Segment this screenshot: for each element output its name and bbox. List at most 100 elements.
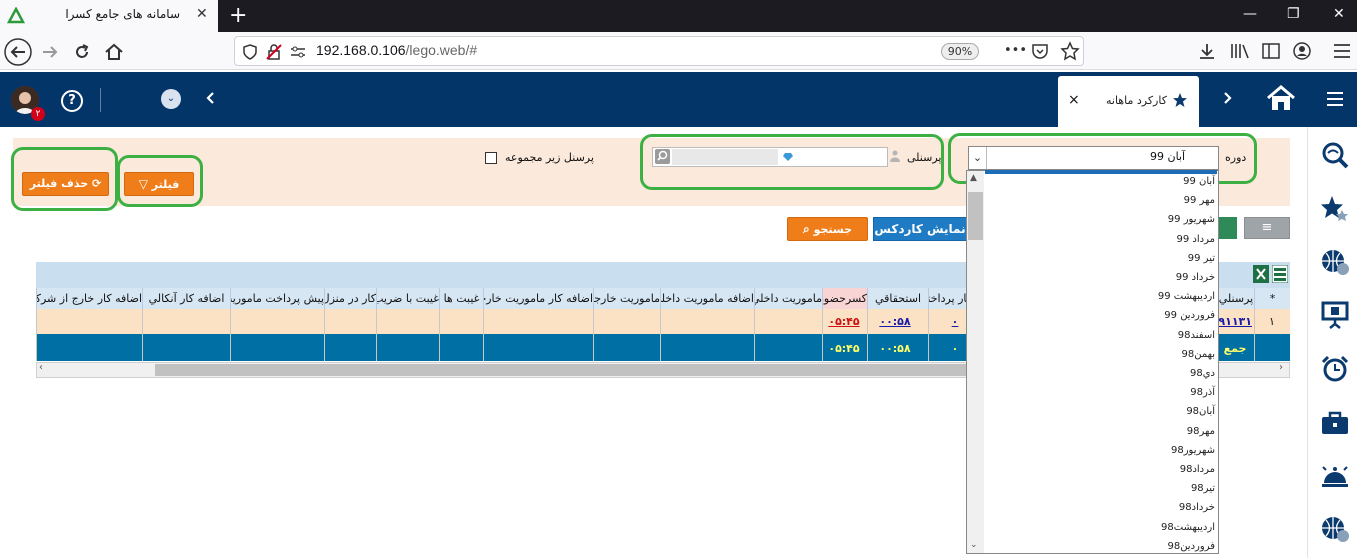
total-kasr-hozoor: ۰۵:۴۵: [828, 342, 860, 355]
excel-icon[interactable]: [1253, 265, 1269, 283]
dropdown-option[interactable]: خرداد98: [980, 498, 1215, 517]
column-header[interactable]: اضافه کار ماموريت خارجي: [483, 288, 593, 309]
column-header[interactable]: ماموريت خارجي: [593, 288, 660, 309]
column-header[interactable]: پيش پرداخت ماموريت: [230, 288, 324, 309]
menu-icon[interactable]: [1333, 43, 1351, 59]
account-icon[interactable]: [1292, 41, 1312, 61]
column-header[interactable]: کسرحضور: [822, 288, 867, 309]
globe-icon[interactable]: [1320, 514, 1350, 544]
dropdown-scroll-up-icon[interactable]: ▲: [970, 173, 977, 183]
column-header[interactable]: ماموريت داخلي: [754, 288, 822, 309]
browser-tab[interactable]: سامانه های جامع کسرا ✕: [0, 0, 218, 32]
zoom-level[interactable]: 90%: [941, 43, 979, 60]
search-button[interactable]: ⌕ جستجو: [787, 217, 868, 241]
back-icon[interactable]: [3, 37, 33, 67]
bookmark-star-icon[interactable]: [1060, 41, 1080, 61]
hamburger-icon[interactable]: [1326, 91, 1344, 107]
horizontal-scroll-thumb[interactable]: [155, 364, 967, 376]
column-header[interactable]: استحقاقي: [867, 288, 928, 309]
dropdown-option[interactable]: دي98: [980, 364, 1215, 383]
help-icon[interactable]: ?: [61, 90, 83, 112]
dropdown-scroll-thumb[interactable]: [968, 192, 983, 240]
dropdown-option[interactable]: شهريور98: [980, 441, 1215, 460]
total-kar-pardakhti: ۰: [951, 342, 959, 355]
dropdown-option[interactable]: ارديبهشت98: [980, 518, 1215, 537]
app-tab-close-icon[interactable]: ×: [1068, 92, 1080, 108]
home-icon[interactable]: [103, 41, 125, 63]
row-index: ۱: [1269, 315, 1275, 328]
dropdown-option[interactable]: فروردين98: [980, 537, 1215, 556]
globe-settings-icon[interactable]: [1320, 247, 1350, 277]
column-header[interactable]: کار در منزل: [324, 288, 376, 309]
url-text[interactable]: 192.168.0.106/lego.web/#: [316, 42, 477, 58]
dropdown-option[interactable]: تير 99: [980, 249, 1215, 268]
shield-icon[interactable]: [243, 44, 257, 60]
downloads-icon[interactable]: [1197, 41, 1217, 61]
column-header[interactable]: اضافه ماموريت داخلي: [660, 288, 754, 309]
dropdown-option[interactable]: آذر98: [980, 383, 1215, 402]
dropdown-option[interactable]: مهر 99: [980, 191, 1215, 210]
chevron-down-icon[interactable]: ⌄: [161, 89, 181, 109]
presentation-icon[interactable]: [1320, 300, 1350, 330]
grid-divider: [754, 309, 755, 361]
green-action-button[interactable]: [1219, 217, 1237, 239]
dropdown-option[interactable]: مهر98: [980, 422, 1215, 441]
scroll-left-icon[interactable]: ‹: [39, 362, 43, 373]
dropdown-option[interactable]: شهريور 99: [980, 210, 1215, 229]
scroll-right-icon[interactable]: ›: [1279, 362, 1283, 373]
restore-icon[interactable]: ❐: [1287, 6, 1300, 22]
sub-personnel-checkbox[interactable]: [485, 152, 497, 164]
dropdown-option[interactable]: خرداد 99: [980, 268, 1215, 287]
home-app-icon[interactable]: [1265, 83, 1297, 113]
column-header[interactable]: اضافه کار خارج از شرکت: [36, 288, 142, 309]
search-report-icon[interactable]: [1320, 140, 1350, 170]
dropdown-option[interactable]: اسفند98: [980, 326, 1215, 345]
show-cardex-button[interactable]: نمایش کاردکس: [873, 217, 967, 241]
dropdown-scroll-down-icon[interactable]: ⌄: [970, 540, 978, 550]
dropdown-option[interactable]: آبان 99: [980, 172, 1215, 191]
estehghaghi-cell[interactable]: ۰۰:۵۸: [867, 309, 923, 334]
grid-divider: [142, 309, 143, 361]
column-header[interactable]: پرسنلي: [1217, 288, 1254, 309]
kar-pardakhti-cell[interactable]: ۰: [945, 309, 965, 334]
pocket-icon[interactable]: [1031, 42, 1049, 60]
alarm-clock-icon[interactable]: [1320, 354, 1350, 384]
close-window-icon[interactable]: ✕: [1333, 6, 1345, 22]
column-header[interactable]: *: [1254, 288, 1290, 309]
insecure-lock-icon[interactable]: [266, 44, 282, 60]
permissions-icon[interactable]: [290, 45, 306, 59]
forward-icon[interactable]: [40, 42, 60, 62]
favorites-icon[interactable]: [1320, 194, 1350, 224]
excel-export-icon[interactable]: [1272, 265, 1288, 283]
dropdown-option[interactable]: مرداد 99: [980, 230, 1215, 249]
reload-icon[interactable]: [72, 42, 92, 62]
column-header[interactable]: اضافه کار آنکالي: [142, 288, 230, 309]
briefcase-icon[interactable]: [1320, 408, 1350, 438]
column-header[interactable]: غيبت با ضريب: [376, 288, 439, 309]
page-actions-icon[interactable]: •••: [1004, 43, 1027, 58]
list-menu-button[interactable]: ≡: [1244, 217, 1290, 239]
service-bell-icon[interactable]: [1320, 461, 1350, 491]
kasr-hozoor-cell[interactable]: ۰۵:۴۵: [822, 309, 866, 334]
minimize-icon[interactable]: —: [1243, 6, 1257, 22]
app-tab-title: کارکرد ماهانه: [1106, 94, 1167, 107]
grid-divider: [928, 309, 929, 361]
dropdown-option[interactable]: فروردين 99: [980, 306, 1215, 325]
new-tab-button[interactable]: +: [229, 3, 247, 28]
notification-badge[interactable]: ۲: [31, 107, 45, 121]
column-header[interactable]: غيبت ها: [439, 288, 483, 309]
sidebar-toggle-icon[interactable]: [1262, 43, 1280, 59]
dropdown-option[interactable]: آبان98: [980, 402, 1215, 421]
dropdown-option[interactable]: بهمن98: [980, 345, 1215, 364]
library-icon[interactable]: [1230, 42, 1250, 60]
dropdown-option[interactable]: تير98: [980, 479, 1215, 498]
header-divider: [100, 88, 101, 112]
kasra-logo-icon: [7, 7, 25, 24]
tab-close-icon[interactable]: ✕: [196, 6, 208, 22]
dropdown-option[interactable]: ارديبهشت 99: [980, 287, 1215, 306]
chevron-left-icon[interactable]: [204, 91, 218, 105]
tab-title: سامانه های جامع کسرا: [65, 7, 180, 21]
dropdown-option[interactable]: مرداد98: [980, 460, 1215, 479]
chevron-right-icon[interactable]: [1220, 91, 1234, 105]
personnel-code-link[interactable]: ۸۹۱۱۳۱: [1216, 309, 1252, 334]
